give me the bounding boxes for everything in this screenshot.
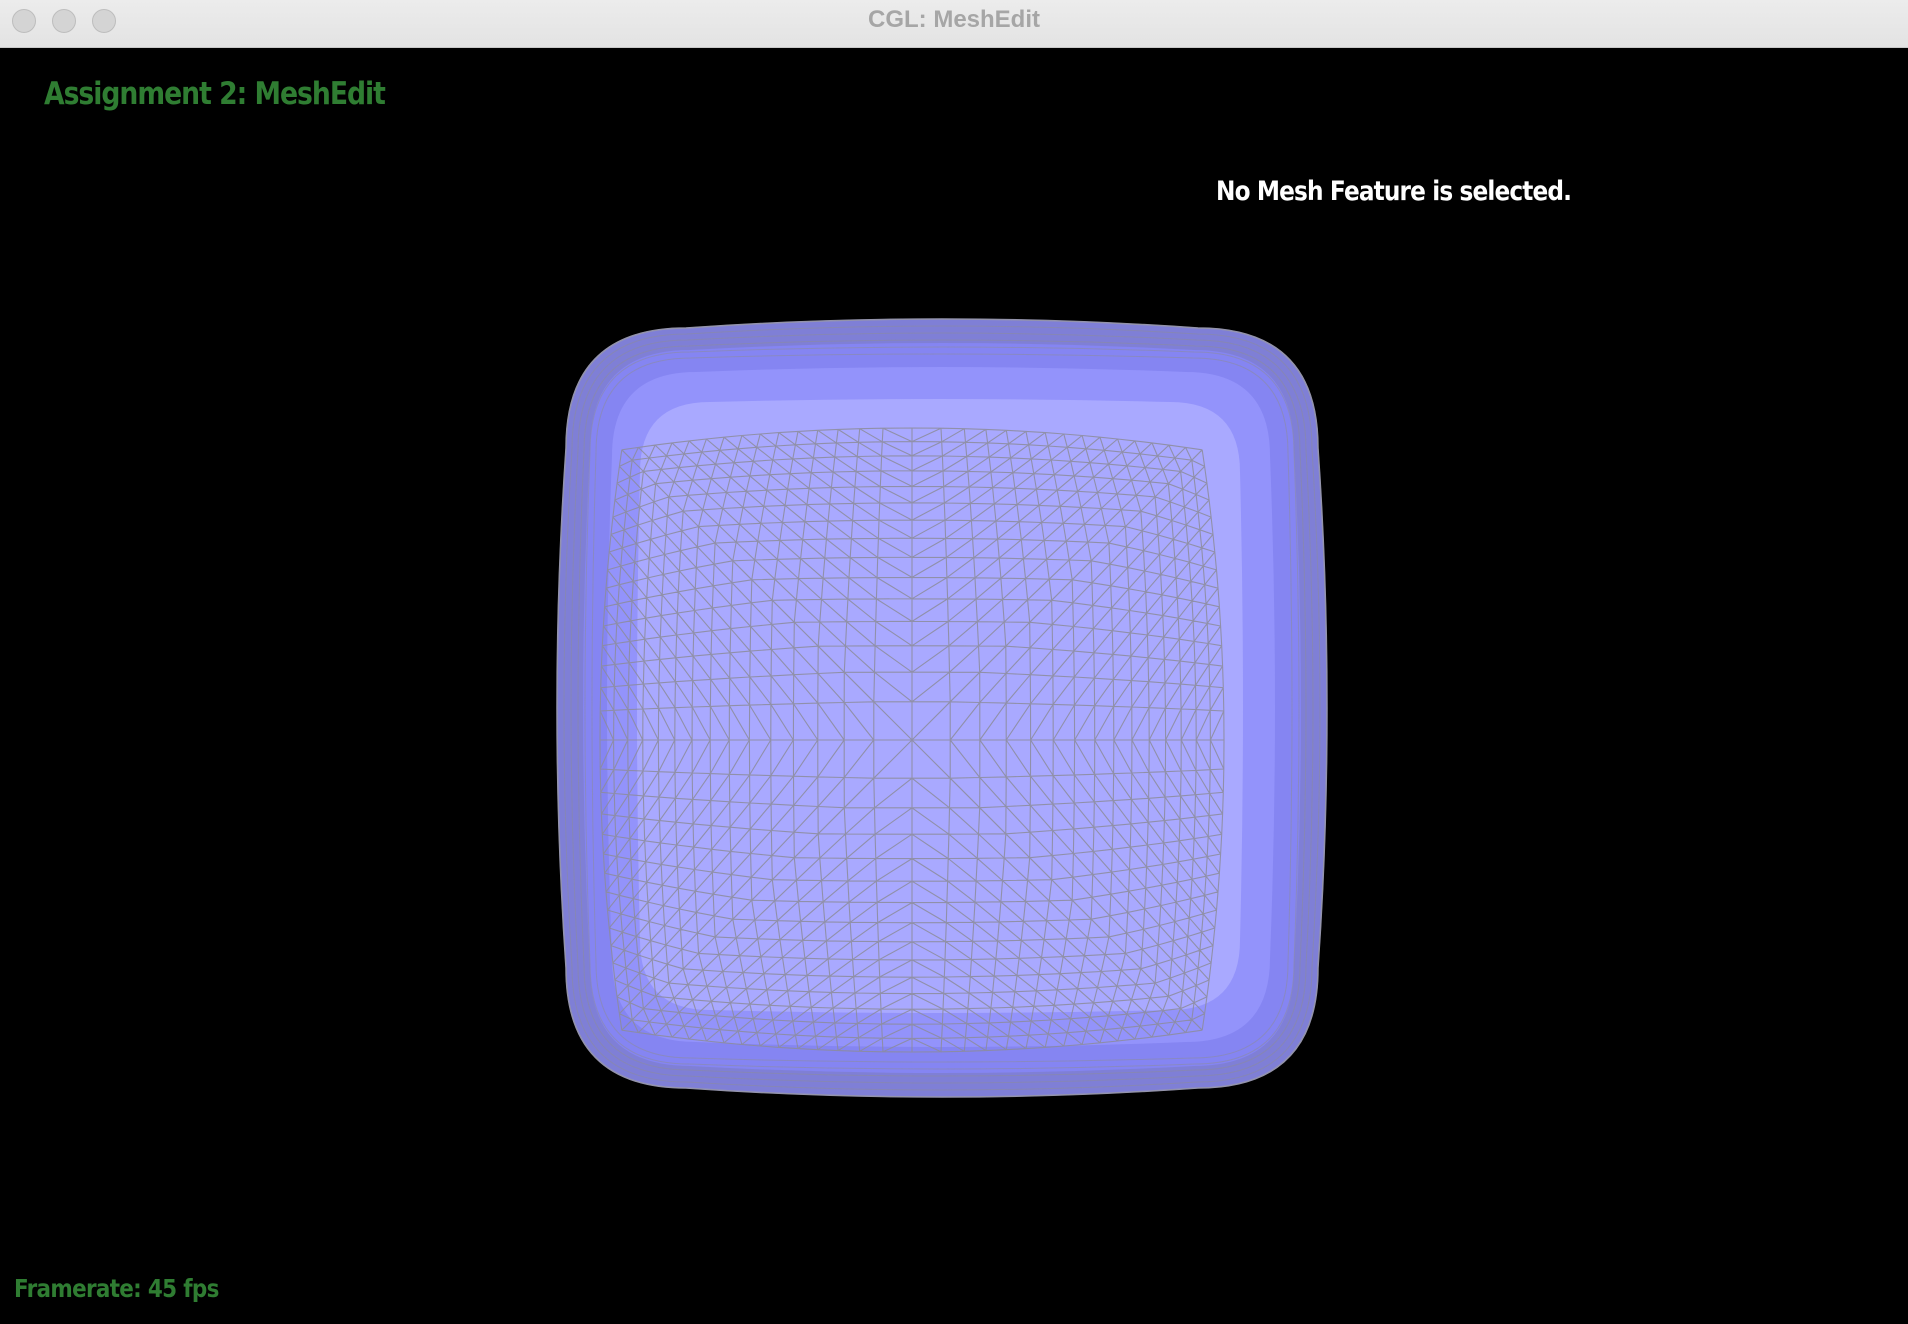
app-title: Assignment 2: MeshEdit xyxy=(44,76,386,112)
mesh-wireframe xyxy=(599,427,1225,1053)
framerate-readout: Framerate: 45 fps xyxy=(14,1274,219,1303)
title-bar[interactable]: CGL: MeshEdit xyxy=(0,0,1908,48)
window-title: CGL: MeshEdit xyxy=(868,6,1040,33)
selection-status: No Mesh Feature is selected. xyxy=(1216,176,1572,207)
mesh-edges xyxy=(599,427,1225,1053)
mesh-canvas[interactable] xyxy=(0,48,1908,1324)
app-window: CGL: MeshEdit Assignment 2: MeshEdit No … xyxy=(0,0,1908,1324)
mesh-viewport[interactable]: Assignment 2: MeshEdit No Mesh Feature i… xyxy=(0,48,1908,1324)
